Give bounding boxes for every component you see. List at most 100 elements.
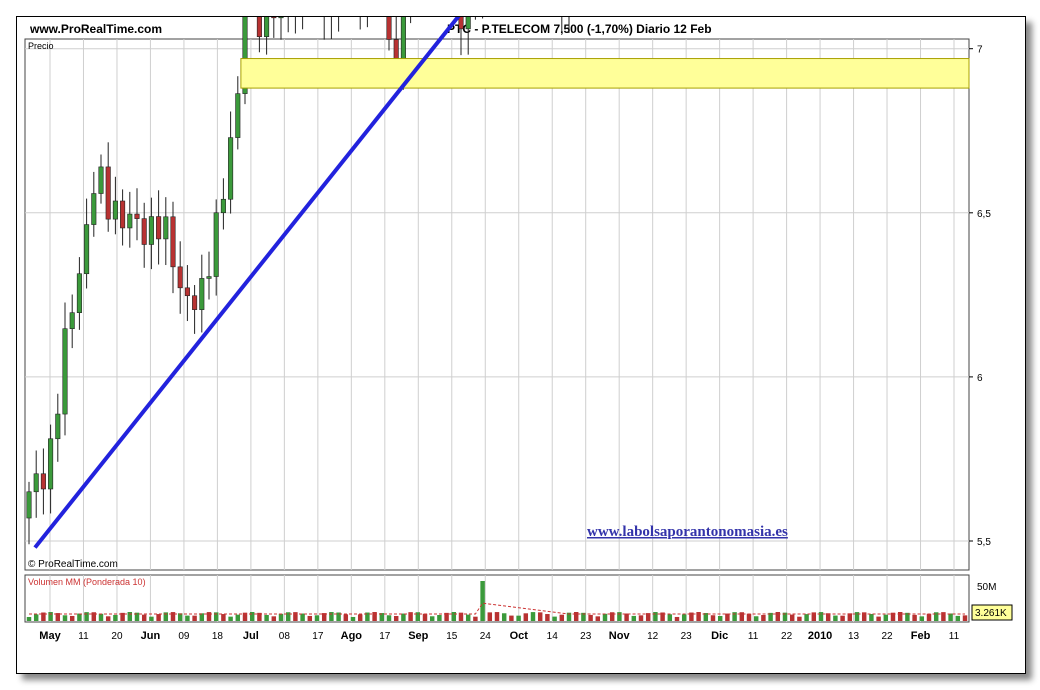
- volume-bar: [595, 616, 601, 621]
- x-month-label: Jun: [141, 630, 161, 642]
- volume-bar: [696, 612, 701, 621]
- volume-bar: [732, 612, 737, 621]
- candle-body: [228, 137, 234, 200]
- volume-bar: [393, 615, 399, 621]
- x-day-label: 17: [312, 631, 324, 642]
- chart-window: www.ProRealTime.com PTC - P.TELECOM 7,50…: [16, 16, 1026, 674]
- volume-bar: [314, 615, 320, 621]
- volume-bar: [912, 614, 917, 621]
- volume-bar: [530, 612, 536, 621]
- price-chart[interactable]: 98,587,576,565,5May1120Jun0918Jul0817Ago…: [17, 17, 1025, 673]
- x-day-label: 20: [111, 631, 123, 642]
- volume-bar: [818, 612, 824, 621]
- candle-body: [141, 218, 147, 245]
- price-panel: [24, 38, 970, 571]
- x-day-label: 18: [212, 631, 224, 642]
- volume-bar: [753, 616, 759, 621]
- x-day-label: 24: [480, 631, 492, 642]
- candle-body: [256, 17, 262, 37]
- candle-body: [177, 266, 183, 289]
- x-day-label: 22: [781, 631, 793, 642]
- volume-bar: [681, 614, 687, 621]
- volume-bar: [573, 612, 579, 621]
- watermark: www.labolsaporantonomasia.es: [587, 524, 788, 540]
- candle-body: [105, 166, 111, 220]
- candle-body: [213, 212, 219, 277]
- volume-bar: [494, 612, 500, 621]
- candle-body: [134, 213, 140, 219]
- volume-bar: [473, 616, 478, 621]
- candle-body: [199, 278, 205, 310]
- volume-bar: [350, 616, 356, 621]
- copyright-label: © ProRealTime.com: [28, 559, 118, 570]
- volume-bar: [797, 616, 802, 621]
- candle-body: [69, 312, 75, 330]
- volume-bar: [883, 614, 889, 621]
- volume-panel-label: Volumen MM (Ponderada 10): [28, 577, 146, 587]
- volume-bar: [840, 615, 845, 621]
- candle-body: [206, 276, 212, 279]
- volume-bar: [602, 613, 608, 621]
- candle-body: [184, 287, 190, 297]
- volume-bar: [192, 615, 197, 621]
- x-day-label: 12: [647, 631, 659, 642]
- volume-bar: [185, 615, 190, 621]
- candle-body: [163, 216, 169, 240]
- volume-bar: [746, 613, 752, 621]
- volume-bar: [465, 614, 471, 621]
- volume-bar: [77, 613, 82, 621]
- volume-bar: [516, 615, 521, 621]
- candle-body: [76, 273, 82, 313]
- candle-body: [156, 216, 162, 240]
- volume-bar: [329, 612, 334, 621]
- candle-body: [170, 216, 176, 268]
- volume-bar: [429, 616, 435, 621]
- x-day-label: 11: [748, 631, 759, 642]
- x-month-label: Nov: [609, 630, 631, 642]
- candle-body: [48, 438, 54, 490]
- volume-bar: [775, 612, 781, 621]
- volume-bar: [62, 615, 68, 621]
- candle-body: [84, 224, 90, 275]
- volume-bar: [487, 612, 493, 621]
- candle-body: [148, 216, 154, 245]
- volume-bar: [667, 614, 673, 621]
- volume-bar: [149, 616, 154, 621]
- volume-bar: [235, 614, 241, 621]
- volume-tag-label: 3.261K: [975, 608, 1007, 619]
- volume-bar: [948, 613, 953, 621]
- volume-bar: [105, 616, 111, 621]
- y-tick-label: 5,5: [977, 537, 991, 548]
- x-day-label: 22: [881, 631, 893, 642]
- x-day-label: 14: [547, 631, 559, 642]
- volume-bar: [357, 614, 363, 621]
- volume-bar: [624, 613, 629, 621]
- y-tick-label: 6,5: [977, 209, 991, 220]
- volume-bar: [300, 613, 305, 621]
- support-zone: [240, 58, 970, 89]
- volume-bar: [653, 612, 658, 621]
- volume-bar: [501, 613, 507, 621]
- volume-bar: [552, 616, 557, 621]
- candle-body: [127, 213, 133, 229]
- candle-body: [192, 295, 198, 310]
- y-tick-label: 7: [977, 45, 983, 56]
- volume-bar: [293, 612, 298, 621]
- volume-bar: [437, 614, 442, 621]
- volume-axis-label: 50M: [977, 582, 996, 593]
- volume-bar: [509, 615, 514, 621]
- volume-bar: [221, 614, 226, 621]
- volume-bar: [962, 615, 968, 621]
- candle-body: [62, 328, 68, 415]
- volume-bar: [941, 612, 946, 621]
- x-day-label: 23: [681, 631, 693, 642]
- volume-bar: [422, 613, 428, 621]
- volume-bar: [854, 612, 860, 621]
- x-day-label: 11: [949, 631, 960, 642]
- volume-bar: [451, 612, 457, 621]
- candle-body: [26, 491, 32, 519]
- candle-body: [278, 17, 284, 19]
- x-day-label: 17: [379, 631, 391, 642]
- volume-bar: [170, 612, 176, 621]
- x-month-label: Sep: [408, 630, 428, 642]
